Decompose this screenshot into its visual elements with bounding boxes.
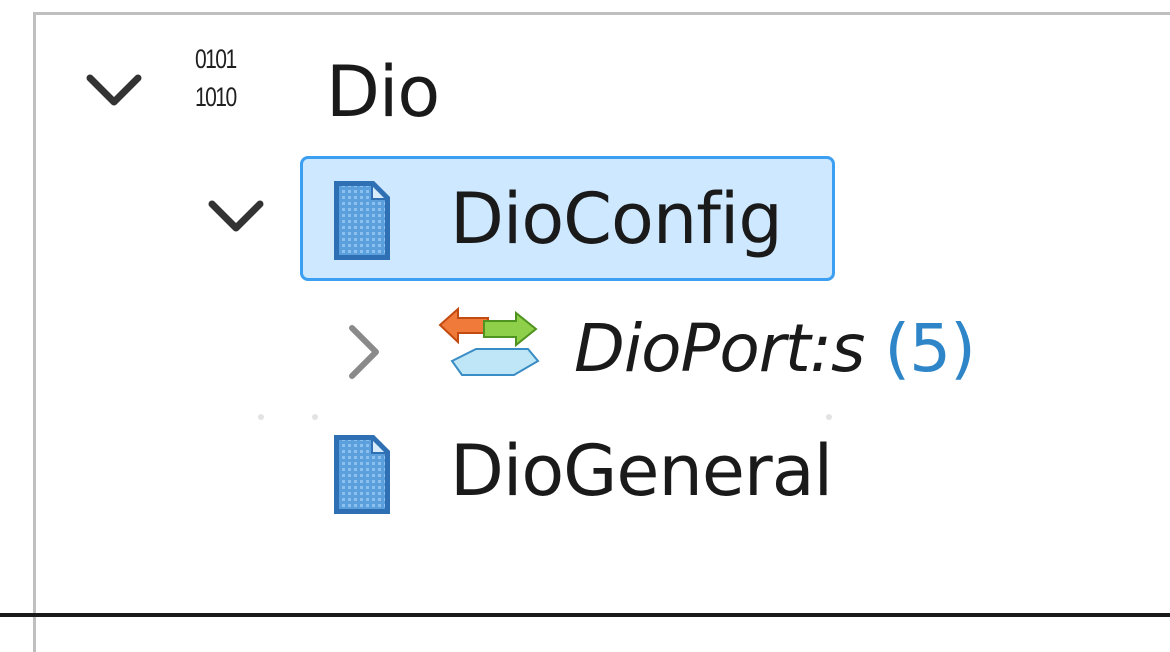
panel-bottom-border	[0, 613, 1170, 617]
container-document-icon	[334, 181, 390, 260]
binary-module-icon: 0101 1010	[195, 44, 295, 134]
binary-icon-line-2: 1010	[195, 82, 237, 112]
tree-item-label: DioGeneral	[450, 430, 833, 512]
guide-dot	[826, 414, 832, 420]
tree-item-label: Dio	[326, 51, 440, 133]
chevron-down-icon[interactable]	[206, 188, 266, 248]
tree-item-name: DioPort:s	[574, 310, 865, 387]
guide-dot	[312, 414, 318, 420]
binary-icon-line-1: 0101	[195, 44, 237, 74]
child-count: (5)	[884, 310, 975, 387]
tree-item-label: DioPort:s (5)	[574, 306, 976, 392]
port-list-icon	[438, 306, 540, 376]
container-document-icon	[334, 435, 390, 514]
guide-dot	[258, 414, 264, 420]
chevron-down-icon[interactable]	[84, 62, 144, 122]
chevron-right-icon[interactable]	[336, 322, 396, 382]
tree-item-label: DioConfig	[450, 178, 783, 260]
